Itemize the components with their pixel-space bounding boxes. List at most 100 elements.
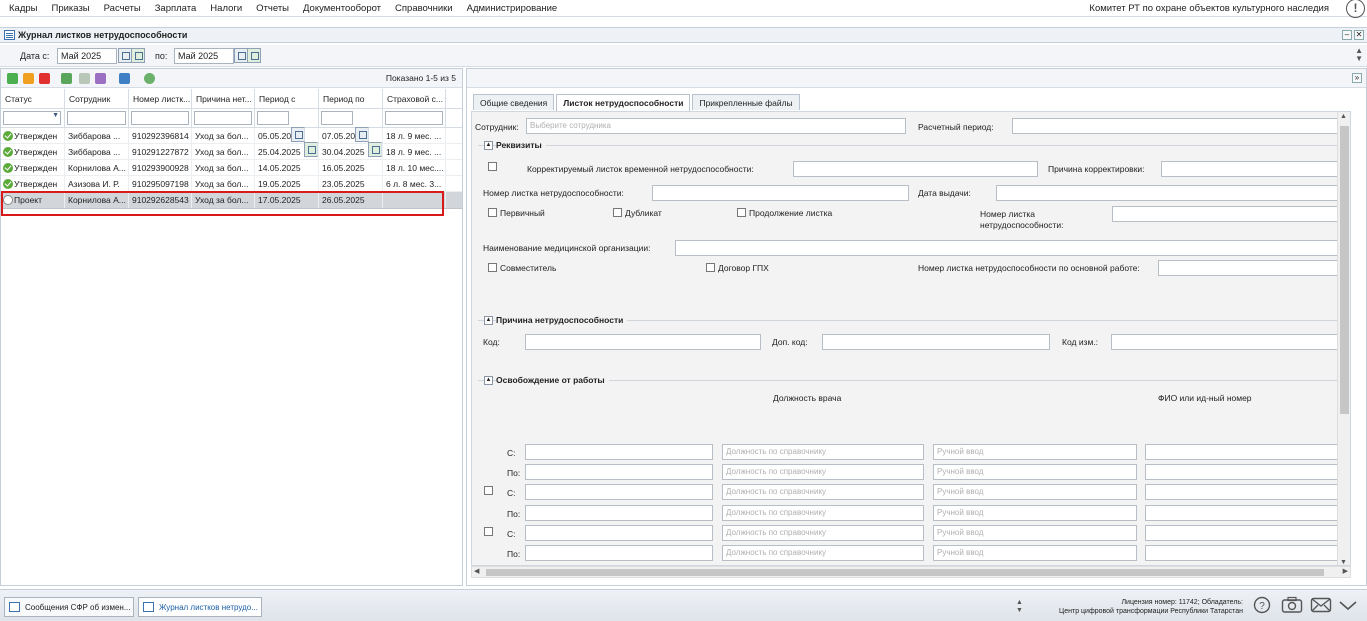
scroll-arrows-icon[interactable]: ▲ ▼ xyxy=(1355,47,1363,63)
calendar-icon[interactable] xyxy=(118,48,132,63)
table-row[interactable]: Утвержден Корнилова А... 910293900928 Ух… xyxy=(1,160,462,176)
clear-filter-icon[interactable] xyxy=(368,142,382,157)
fio-field[interactable] xyxy=(1145,464,1350,480)
gph-checkbox[interactable] xyxy=(706,263,715,272)
doctor-position-field[interactable]: Должность по справочнику xyxy=(722,505,924,521)
reason-filter[interactable] xyxy=(192,109,255,127)
number-filter[interactable] xyxy=(129,109,192,127)
release-period-2-checkbox[interactable] xyxy=(484,486,493,495)
refresh-date-icon[interactable] xyxy=(247,48,261,63)
menu-item-zarplata[interactable]: Зарплата xyxy=(148,3,204,14)
help-icon[interactable]: ? xyxy=(1253,596,1271,614)
add-icon[interactable] xyxy=(7,73,18,84)
fio-field[interactable] xyxy=(1145,545,1350,561)
print-icon[interactable] xyxy=(95,73,106,84)
table-row[interactable]: Утвержден Азизова И. Р. 910295097198 Ухо… xyxy=(1,176,462,192)
camera-icon[interactable] xyxy=(1281,596,1303,614)
doctor-position-field[interactable]: Должность по справочнику xyxy=(722,444,924,460)
add-code-field[interactable] xyxy=(822,334,1050,350)
alert-icon[interactable]: ! xyxy=(1346,0,1365,18)
corrective-field[interactable] xyxy=(793,161,1038,177)
issue-date-field[interactable] xyxy=(996,185,1350,201)
continuation-checkbox[interactable] xyxy=(737,208,746,217)
corrective-checkbox[interactable] xyxy=(488,162,497,171)
doctor-position-field[interactable]: Должность по справочнику xyxy=(722,525,924,541)
collapse-icon[interactable]: ▲ xyxy=(484,316,493,325)
release-to-date-field[interactable] xyxy=(525,545,713,561)
doctor-position-field[interactable]: Должность по справочнику xyxy=(722,464,924,480)
mail-icon[interactable] xyxy=(1310,596,1332,614)
clear-filter-icon[interactable] xyxy=(304,142,318,157)
scroll-thumb[interactable] xyxy=(486,569,1324,576)
refresh-date-icon[interactable] xyxy=(131,48,145,63)
period-from-filter[interactable] xyxy=(255,109,319,157)
fio-field[interactable] xyxy=(1145,525,1350,541)
taskbar-tab-messages[interactable]: Сообщения СФР об измен... xyxy=(4,597,134,617)
menu-item-nalogi[interactable]: Налоги xyxy=(203,3,249,14)
change-code-field[interactable] xyxy=(1111,334,1350,350)
delete-icon[interactable] xyxy=(39,73,50,84)
tab-sick-leave[interactable]: Листок нетрудоспособности xyxy=(556,94,691,111)
fio-field[interactable] xyxy=(1145,484,1350,500)
scroll-left-icon[interactable]: ◀ xyxy=(474,567,479,575)
chevron-down-icon[interactable]: ▼ xyxy=(52,112,59,119)
collapse-icon[interactable]: ▲ xyxy=(484,376,493,385)
scroll-right-icon[interactable]: ▶ xyxy=(1343,567,1348,575)
release-to-date-field[interactable] xyxy=(525,505,713,521)
code-field[interactable] xyxy=(525,334,761,350)
scroll-thumb[interactable] xyxy=(1340,126,1349,414)
calendar-icon[interactable] xyxy=(355,127,369,142)
column-header-reason[interactable]: Причина нет... xyxy=(192,89,255,108)
table-row[interactable]: Утвержден Зиббарова ... 910292396814 Ухо… xyxy=(1,128,462,144)
main-sheet-field[interactable] xyxy=(1158,260,1350,276)
fio-field[interactable] xyxy=(1145,444,1350,460)
column-header-period-to[interactable]: Период по xyxy=(319,89,383,108)
primary-checkbox[interactable] xyxy=(488,208,497,217)
refresh-icon[interactable] xyxy=(144,73,155,84)
part-time-checkbox[interactable] xyxy=(488,263,497,272)
doctor-manual-field[interactable]: Ручной ввод xyxy=(933,545,1137,561)
form-horizontal-scrollbar[interactable]: ◀ ▶ xyxy=(471,566,1351,578)
correction-reason-field[interactable] xyxy=(1161,161,1350,177)
status-filter[interactable]: ▼ xyxy=(1,109,65,127)
collapse-icon[interactable]: ▲ xyxy=(484,141,493,150)
minimize-icon[interactable]: – xyxy=(1342,30,1352,40)
table-row[interactable]: Утвержден Зиббарова ... 910291227872 Ухо… xyxy=(1,144,462,160)
fio-field[interactable] xyxy=(1145,505,1350,521)
edit-icon[interactable] xyxy=(23,73,34,84)
menu-item-spravochniki[interactable]: Справочники xyxy=(388,3,460,14)
date-to-input[interactable]: Май 2025 xyxy=(174,48,234,64)
organization-name[interactable]: Комитет РТ по охране объектов культурног… xyxy=(1089,3,1329,14)
scroll-up-icon[interactable]: ▲ xyxy=(1340,113,1347,120)
doctor-manual-field[interactable]: Ручной ввод xyxy=(933,484,1137,500)
release-from-date-field[interactable] xyxy=(525,444,713,460)
unapprove-icon[interactable] xyxy=(79,73,90,84)
export-icon[interactable] xyxy=(119,73,130,84)
calendar-icon[interactable] xyxy=(291,127,305,142)
date-from-input[interactable]: Май 2025 xyxy=(57,48,117,64)
med-org-field[interactable] xyxy=(675,240,1350,256)
sheet-number-field[interactable] xyxy=(652,185,909,201)
insurance-filter[interactable] xyxy=(383,109,446,127)
column-header-period-from[interactable]: Период с xyxy=(255,89,319,108)
employee-filter[interactable] xyxy=(65,109,129,127)
close-icon[interactable]: ✕ xyxy=(1354,30,1364,40)
doctor-position-field[interactable]: Должность по справочнику xyxy=(722,545,924,561)
menu-item-administrirovanie[interactable]: Администрирование xyxy=(460,3,565,14)
form-vertical-scrollbar[interactable]: ▲ ▼ xyxy=(1337,112,1350,565)
release-to-date-field[interactable] xyxy=(525,464,713,480)
menu-item-raschety[interactable]: Расчеты xyxy=(97,3,148,14)
column-header-number[interactable]: Номер листк... xyxy=(129,89,192,108)
duplicate-checkbox[interactable] xyxy=(613,208,622,217)
doctor-manual-field[interactable]: Ручной ввод xyxy=(933,505,1137,521)
period-to-filter[interactable] xyxy=(319,109,383,157)
employee-field[interactable]: Выберите сотрудника xyxy=(526,118,906,134)
doctor-manual-field[interactable]: Ручной ввод xyxy=(933,525,1137,541)
doctor-position-field[interactable]: Должность по справочнику xyxy=(722,484,924,500)
approve-icon[interactable] xyxy=(61,73,72,84)
column-header-employee[interactable]: Сотрудник xyxy=(65,89,129,108)
menu-item-dokumentooborot[interactable]: Документооборот xyxy=(296,3,388,14)
calendar-icon[interactable] xyxy=(234,48,248,63)
period-field[interactable] xyxy=(1012,118,1350,134)
menu-item-otchety[interactable]: Отчеты xyxy=(249,3,296,14)
